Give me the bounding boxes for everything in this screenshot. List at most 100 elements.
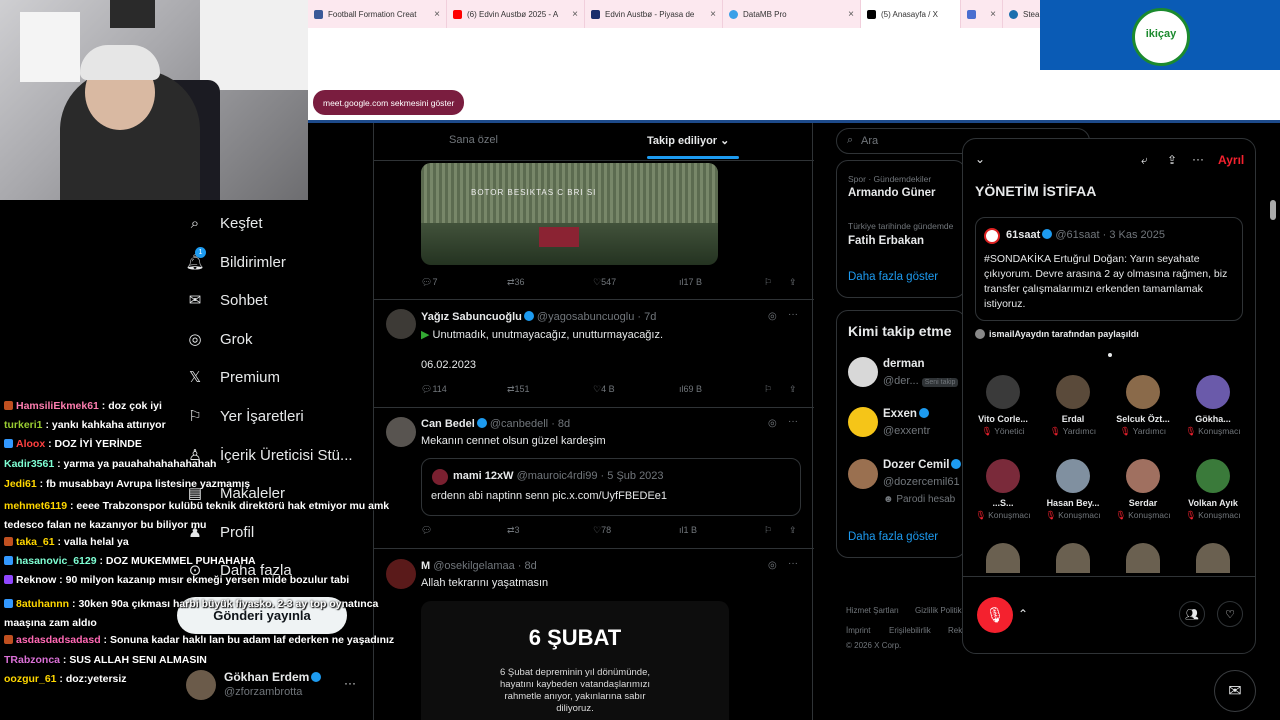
tab-notification-pill[interactable]: meet.google.com sekmesini göster bbox=[313, 90, 465, 115]
messages-button[interactable]: ✉ bbox=[1214, 670, 1256, 712]
tweet-time[interactable]: 8d bbox=[525, 560, 537, 572]
who-name[interactable]: Exxen bbox=[883, 408, 929, 420]
share-icon[interactable]: ⇪ bbox=[1167, 153, 1177, 167]
retweet-button[interactable]: ⇄ 3 bbox=[507, 525, 520, 536]
who-name[interactable]: Dozer Cemil bbox=[883, 459, 962, 471]
more-icon[interactable]: ··· bbox=[1192, 152, 1204, 166]
share-icon[interactable]: ⇪ bbox=[789, 384, 797, 395]
author-name[interactable]: M bbox=[421, 560, 430, 572]
like-button[interactable]: ♡ 78 bbox=[593, 525, 611, 536]
trend-item[interactable]: Armando Güner bbox=[848, 187, 936, 199]
browser-tab[interactable]: Football Formation Creat × bbox=[308, 0, 447, 28]
browser-tab[interactable]: DataMB Pro × bbox=[723, 0, 861, 28]
author-name[interactable]: Can Bedel bbox=[421, 418, 475, 430]
tweet-media[interactable]: BOTOR BESIKTAS C BRI SI bbox=[421, 163, 718, 265]
reply-button[interactable]: 💬︎ bbox=[421, 525, 432, 536]
browser-tab-active[interactable]: (5) Anasayfa / X bbox=[861, 0, 961, 28]
browser-tab[interactable]: Edvin Austbø - Piyasa de × bbox=[585, 0, 723, 28]
chevron-down-icon[interactable]: ⌄ bbox=[975, 152, 985, 166]
space-participant[interactable]: Erdal 🎙︎ Yardımcı bbox=[1038, 375, 1108, 437]
avatar bbox=[1056, 459, 1090, 493]
footer-link[interactable]: Hizmet Şartları bbox=[846, 606, 899, 615]
quoted-tweet[interactable]: mami 12xW @mauroic4rdi99 · 5 Şub 2023 er… bbox=[421, 458, 801, 516]
nav-premium[interactable]: 𝕏 Premium bbox=[186, 368, 280, 387]
minimize-icon[interactable]: ⤶ bbox=[1141, 153, 1148, 168]
avatar[interactable] bbox=[848, 357, 878, 387]
more-icon[interactable]: ··· bbox=[788, 309, 798, 320]
avatar[interactable] bbox=[848, 407, 878, 437]
browser-tab[interactable]: Steam bbox=[1003, 0, 1040, 28]
nav-chat[interactable]: ✉ Sohbet bbox=[186, 291, 268, 310]
views-button[interactable]: ıl 69 B bbox=[679, 384, 702, 394]
more-icon[interactable]: ··· bbox=[788, 416, 798, 427]
space-participant[interactable]: Vito Corle... 🎙︎ Yönetici bbox=[968, 375, 1038, 437]
bookmark-icon[interactable]: ⚐ bbox=[764, 384, 772, 395]
pinned-post[interactable]: 61saat @61saat · 3 Kas 2025 #SONDAKİKA E… bbox=[975, 217, 1243, 321]
like-button[interactable]: ♡ 547 bbox=[593, 277, 616, 288]
footer-link[interactable]: Erişilebilirlik bbox=[889, 626, 931, 635]
tweet-time[interactable]: 8d bbox=[558, 418, 570, 430]
like-count: 4 B bbox=[601, 384, 615, 394]
grok-icon[interactable]: ◎ bbox=[768, 311, 777, 322]
avatar[interactable] bbox=[1196, 543, 1230, 573]
space-participant[interactable]: Selcuk Özt... 🎙︎ Yardımcı bbox=[1108, 375, 1178, 437]
retweet-button[interactable]: ⇄ 151 bbox=[507, 384, 530, 395]
close-icon[interactable]: × bbox=[428, 9, 440, 20]
space-participant[interactable]: ...S... 🎙︎ Konuşmacı bbox=[968, 459, 1038, 521]
scrollbar[interactable] bbox=[1270, 200, 1276, 220]
views-button[interactable]: ıl 1 B bbox=[679, 525, 697, 535]
space-participant[interactable]: Volkan Ayık 🎙︎ Konuşmacı bbox=[1178, 459, 1248, 521]
people-button[interactable]: 👥︎ bbox=[1179, 601, 1205, 627]
close-icon[interactable]: × bbox=[842, 9, 854, 20]
space-participant[interactable]: Hasan Bey... 🎙︎ Konuşmacı bbox=[1038, 459, 1108, 521]
author-handle[interactable]: @canbedell bbox=[490, 418, 548, 430]
avatar[interactable] bbox=[1056, 543, 1090, 573]
nav-notifications[interactable]: 🔔︎ 1 Bildirimler bbox=[185, 247, 286, 271]
more-icon[interactable]: ··· bbox=[788, 558, 798, 569]
show-more-link[interactable]: Daha fazla göster bbox=[848, 531, 938, 543]
share-icon[interactable]: ⇪ bbox=[789, 525, 797, 536]
footer-link[interactable]: İmprint bbox=[846, 626, 870, 635]
tweet-time[interactable]: 7d bbox=[644, 311, 656, 323]
author-name[interactable]: Yağız Sabuncuoğlu bbox=[421, 311, 522, 323]
bookmark-icon[interactable]: ⚐ bbox=[764, 525, 772, 536]
leave-space-button[interactable]: Ayrıl bbox=[1218, 153, 1244, 167]
avatar[interactable] bbox=[848, 459, 878, 489]
tweet-header: Can Bedel @canbedell · 8d bbox=[421, 418, 570, 430]
tab-following[interactable]: Takip ediliyor ⌄ bbox=[647, 134, 729, 147]
author-handle[interactable]: @osekilgelamaa bbox=[433, 560, 515, 572]
avatar bbox=[1196, 375, 1230, 409]
retweet-button[interactable]: ⇄ 36 bbox=[507, 277, 525, 288]
share-icon[interactable]: ⇪ bbox=[789, 277, 797, 288]
space-participant[interactable]: Serdar 🎙︎ Konuşmacı bbox=[1108, 459, 1178, 521]
reply-button[interactable]: 💬︎ 7 bbox=[421, 277, 437, 288]
avatar[interactable] bbox=[386, 309, 416, 339]
close-icon[interactable]: × bbox=[984, 9, 996, 20]
footer-link[interactable]: Gizlilik Politik bbox=[915, 606, 962, 615]
footer-link[interactable]: Rek bbox=[948, 626, 962, 635]
mic-muted-button[interactable]: 🎙︎ bbox=[977, 597, 1013, 633]
trend-item[interactable]: Fatih Erbakan bbox=[848, 235, 924, 247]
views-button[interactable]: ıl 17 B bbox=[679, 277, 702, 287]
grok-icon[interactable]: ◎ bbox=[768, 418, 777, 429]
grok-icon[interactable]: ◎ bbox=[768, 560, 777, 571]
who-name[interactable]: derman bbox=[883, 358, 925, 370]
close-icon[interactable]: × bbox=[566, 9, 578, 20]
like-button[interactable]: ♡ 4 B bbox=[593, 384, 615, 395]
nav-grok[interactable]: ◎ Grok bbox=[186, 330, 252, 349]
show-more-link[interactable]: Daha fazla göster bbox=[848, 271, 938, 283]
browser-tab[interactable]: (6) Edvin Austbø 2025 - A × bbox=[447, 0, 585, 28]
bookmark-icon[interactable]: ⚐ bbox=[764, 277, 772, 288]
author-handle[interactable]: @yagosabuncuoglu bbox=[537, 311, 634, 323]
browser-tab[interactable]: × bbox=[961, 0, 1003, 28]
chevron-up-icon[interactable]: ⌃ bbox=[1018, 607, 1028, 621]
reply-button[interactable]: 💬︎ 114 bbox=[421, 384, 447, 395]
reactions-button[interactable]: ♡ bbox=[1217, 601, 1243, 627]
close-icon[interactable]: × bbox=[704, 9, 716, 20]
avatar[interactable] bbox=[1126, 543, 1160, 573]
avatar[interactable] bbox=[986, 543, 1020, 573]
nav-explore[interactable]: ⌕ Keşfet bbox=[186, 214, 263, 232]
tab-for-you[interactable]: Sana özel bbox=[449, 134, 498, 146]
space-participant[interactable]: Gökha... 🎙︎ Konuşmacı bbox=[1178, 375, 1248, 437]
tweet-image-card[interactable]: 6 ŞUBAT 6 Şubat depreminin yıl dönümünde… bbox=[421, 601, 729, 720]
